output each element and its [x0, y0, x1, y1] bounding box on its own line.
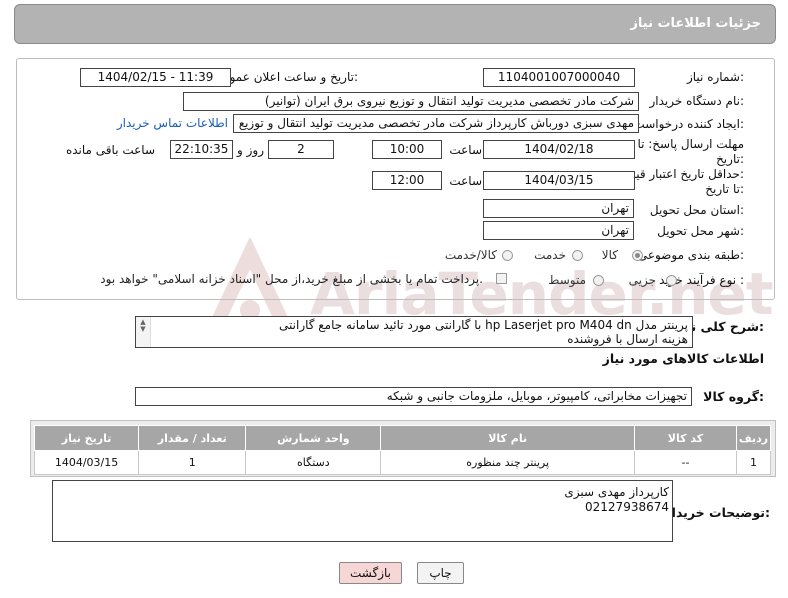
col-qty: تعداد / مقدار [138, 425, 247, 451]
print-button[interactable]: چاپ [417, 562, 464, 584]
treasury-payment-checkbox[interactable] [496, 273, 507, 284]
price-validity-label-2: تا تاریخ: [705, 182, 744, 196]
goods-table: ردیف کد کالا نام کالا واحد شمارش تعداد /… [33, 425, 772, 475]
buyer-field: شرکت مادر تخصصی مدیریت تولید انتقال و تو… [183, 92, 639, 111]
scroll-down-icon[interactable]: ▼ [136, 326, 150, 333]
category-option-service: خدمت [534, 248, 566, 262]
cell-name: پرینتر چند منظوره [380, 450, 635, 475]
description-line-2: هزینه ارسال با فروشنده [567, 332, 688, 346]
cell-unit: دستگاه [245, 450, 382, 475]
need-number-label: شماره نیاز: [686, 70, 744, 84]
category-label: طبقه بندی موضوعی: [637, 248, 744, 262]
col-name: نام کالا [380, 425, 635, 451]
goods-table-header: ردیف کد کالا نام کالا واحد شمارش تعداد /… [33, 425, 772, 451]
description-textarea[interactable]: ▲ ▼ پرینتر مدل hp Laserjet pro M404 dn ب… [135, 316, 693, 348]
col-row: ردیف [735, 425, 772, 451]
category-option-both: کالا/خدمت [444, 248, 497, 262]
validity-time-field: 12:00 [372, 171, 442, 190]
reply-time-label: ساعت [449, 143, 482, 157]
contact-buyer-link[interactable]: اطلاعات تماس خریدار [117, 116, 228, 130]
description-line-1: پرینتر مدل hp Laserjet pro M404 dn با گا… [279, 318, 688, 332]
cell-code: -- [633, 450, 737, 475]
remaining-time-field: 22:10:35 [170, 140, 233, 159]
buyer-label: نام دستگاه خریدار: [649, 94, 745, 108]
creator-field: مهدی سبزی دورباش کارپرداز شرکت مادر تخصص… [233, 114, 639, 133]
page-header: جزئیات اطلاعات نیاز [14, 4, 776, 44]
category-radio-goods[interactable] [632, 250, 643, 261]
reply-deadline-label: مهلت ارسال پاسخ: تا [637, 137, 744, 151]
goods-table-container: ردیف کد کالا نام کالا واحد شمارش تعداد /… [30, 420, 776, 477]
cell-date: 1404/03/15 [33, 450, 140, 475]
process-option-minor: جزیی [628, 273, 656, 287]
category-radio-both[interactable] [502, 250, 513, 261]
goods-group-label: گروه کالا: [703, 389, 764, 404]
goods-section-title: اطلاعات کالاهای مورد نیاز [602, 351, 764, 366]
days-field: 2 [268, 140, 334, 159]
buyer-notes-label: توضیحات خریدار: [664, 505, 770, 520]
goods-group-field: تجهیزات مخابراتی، کامپیوتر، موبایل، ملزو… [135, 387, 692, 406]
reply-time-field: 10:00 [372, 140, 442, 159]
category-radio-service[interactable] [572, 250, 583, 261]
cell-qty: 1 [138, 450, 247, 475]
process-radio-minor[interactable] [666, 275, 677, 286]
process-radio-medium[interactable] [593, 275, 604, 286]
validity-date-field: 1404/03/15 [483, 171, 635, 190]
announce-field: 1404/02/15 - 11:39 [80, 68, 231, 87]
validity-time-label: ساعت [449, 174, 482, 188]
province-field: تهران [483, 199, 634, 218]
col-date: تاریخ نیاز [33, 425, 140, 451]
buyer-notes-line-2: 02127938674 [585, 500, 669, 514]
reply-deadline-label-2: تاریخ: [716, 152, 744, 166]
creator-label: ایجاد کننده درخواست: [633, 117, 744, 131]
buyer-notes-line-1: کارپرداز مهدی سبزی [564, 485, 669, 499]
remaining-label: ساعت باقی مانده [65, 143, 155, 157]
price-validity-label: حداقل تاریخ اعتبار قیمت: [617, 167, 744, 181]
col-code: کد کالا [633, 425, 737, 451]
category-option-goods: کالا [601, 248, 618, 262]
process-option-medium: متوسط [548, 273, 586, 287]
col-unit: واحد شمارش [245, 425, 382, 451]
city-label: شهر محل تحویل: [657, 224, 744, 238]
treasury-payment-text: پرداخت تمام یا بخشی از مبلغ خرید،از محل … [100, 272, 483, 286]
description-scrollbar[interactable]: ▲ ▼ [136, 317, 151, 347]
table-row: 1 -- پرینتر چند منظوره دستگاه 1 1404/03/… [33, 450, 772, 475]
city-field: تهران [483, 221, 634, 240]
need-number-field: 1104001007000040 [483, 68, 635, 87]
days-label: روز و [237, 143, 264, 157]
page-title: جزئیات اطلاعات نیاز [630, 16, 761, 31]
province-label: استان محل تحویل: [649, 203, 744, 217]
announce-label: تاریخ و ساعت اعلان عمومی: [213, 70, 358, 84]
reply-date-field: 1404/02/18 [483, 140, 635, 159]
cell-row: 1 [735, 450, 772, 475]
buyer-notes-box: کارپرداز مهدی سبزی 02127938674 [52, 480, 673, 542]
back-button[interactable]: بازگشت [339, 562, 402, 584]
